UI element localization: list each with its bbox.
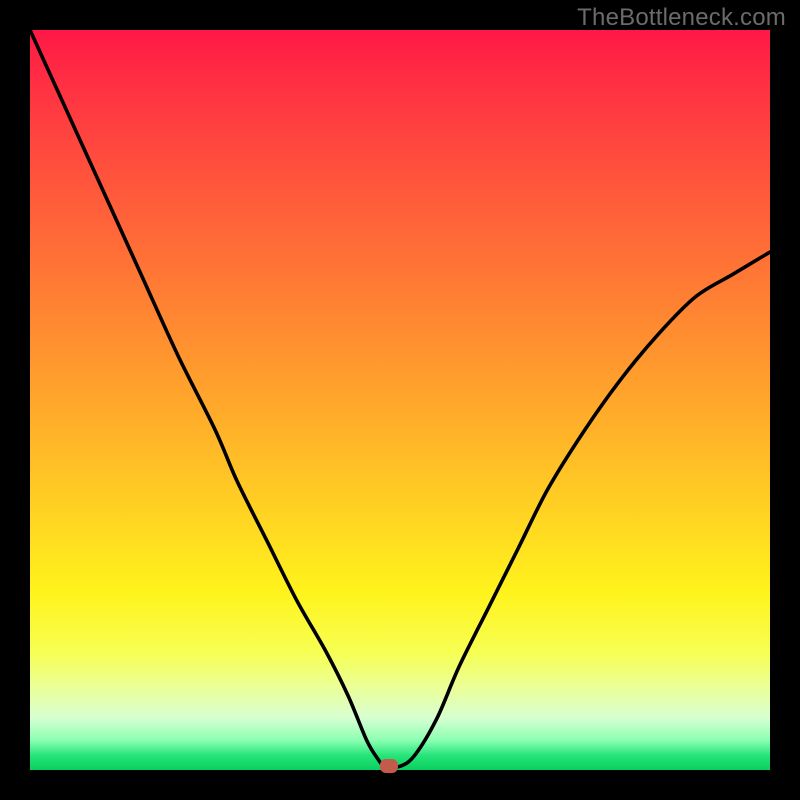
watermark-text: TheBottleneck.com <box>577 4 786 32</box>
chart-frame: TheBottleneck.com <box>0 0 800 800</box>
optimum-marker <box>380 759 398 773</box>
plot-area <box>30 30 770 770</box>
bottleneck-curve <box>30 30 770 770</box>
